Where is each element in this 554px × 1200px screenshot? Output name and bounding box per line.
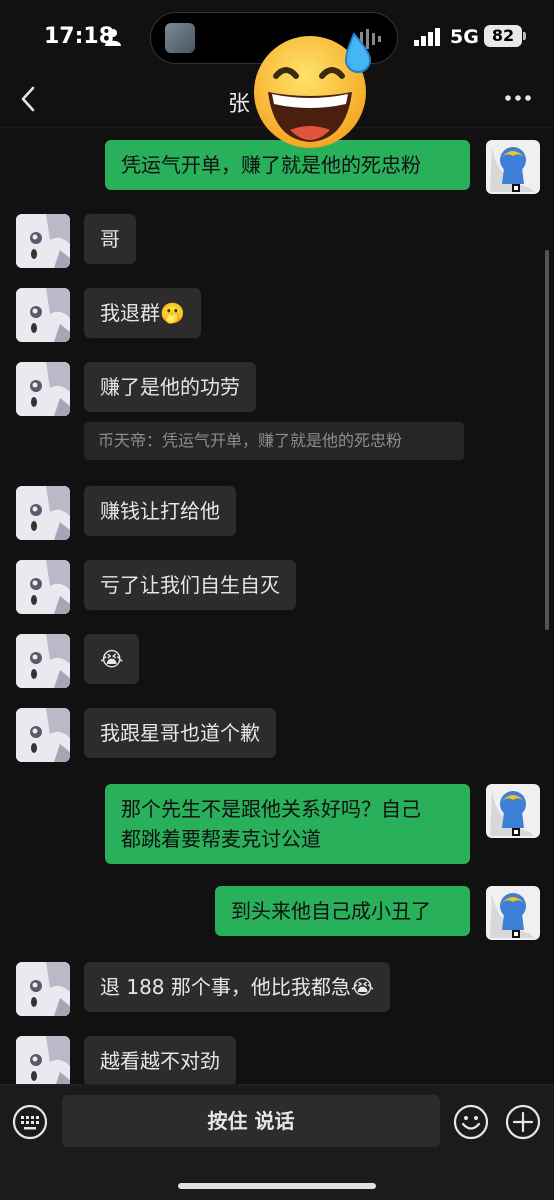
message-bubble[interactable]: 亏了让我们自生自灭	[84, 560, 296, 610]
avatar[interactable]	[486, 886, 540, 940]
signal-icon	[414, 28, 440, 46]
emoji-icon[interactable]	[453, 1104, 489, 1140]
avatar[interactable]	[16, 1036, 70, 1084]
message-text: 亏了让我们自生自灭	[100, 573, 280, 597]
message-text: 那个先生不是跟他关系好吗？自己	[121, 797, 421, 821]
message-bubble[interactable]: 赚了是他的功劳	[84, 362, 256, 412]
incoming-message: 赚钱让打给他	[16, 486, 236, 540]
incoming-message: 😭	[16, 634, 140, 688]
message-text: 退 188 那个事，他比我都急😭	[100, 975, 375, 999]
message-text: 我退群🫢	[100, 301, 185, 325]
avatar[interactable]	[16, 214, 70, 268]
keyboard-icon[interactable]	[12, 1104, 48, 1140]
incoming-message: 退 188 那个事，他比我都急😭	[16, 962, 391, 1016]
message-text: 赚钱让打给他	[100, 499, 220, 523]
message-text: 都跳着要帮麦克讨公道	[121, 827, 321, 851]
incoming-message: 越看越不对劲	[16, 1036, 236, 1084]
outgoing-message: 到头来他自己成小丑了	[215, 886, 540, 940]
avatar[interactable]	[16, 288, 70, 342]
message-bubble[interactable]: 越看越不对劲	[84, 1036, 236, 1084]
message-text: 哥	[100, 227, 120, 251]
battery-tip	[523, 32, 526, 40]
message-bubble[interactable]: 那个先生不是跟他关系好吗？自己 都跳着要帮麦克讨公道	[105, 784, 470, 864]
avatar[interactable]	[16, 634, 70, 688]
scrollbar[interactable]	[545, 250, 549, 630]
incoming-message: 赚了是他的功劳	[16, 362, 256, 416]
avatar[interactable]	[16, 962, 70, 1016]
message-text: 😭	[100, 647, 124, 671]
avatar[interactable]	[16, 362, 70, 416]
more-icon[interactable]	[504, 90, 532, 106]
incoming-message: 亏了让我们自生自灭	[16, 560, 296, 614]
network-type: 5G	[450, 26, 479, 48]
message-bubble[interactable]: 我退群🫢	[84, 288, 201, 338]
message-bubble[interactable]: 赚钱让打给他	[84, 486, 236, 536]
message-bubble[interactable]: 到头来他自己成小丑了	[215, 886, 470, 936]
hold-to-talk-button[interactable]: 按住 说话	[62, 1095, 440, 1147]
avatar[interactable]	[486, 784, 540, 838]
quoted-reply[interactable]: 币天帝：凭运气开单，赚了就是他的死忠粉	[84, 422, 464, 460]
outgoing-message: 那个先生不是跟他关系好吗？自己 都跳着要帮麦克讨公道	[105, 784, 540, 864]
message-text: 赚了是他的功劳	[100, 375, 240, 399]
message-bubble[interactable]: 我跟星哥也道个歉	[84, 708, 276, 758]
home-indicator	[178, 1183, 376, 1189]
message-text: 到头来他自己成小丑了	[231, 899, 431, 923]
avatar[interactable]	[486, 140, 540, 194]
message-text: 我跟星哥也道个歉	[100, 721, 260, 745]
battery-level: 82	[484, 25, 522, 47]
message-bubble[interactable]: 哥	[84, 214, 136, 264]
incoming-message: 我跟星哥也道个歉	[16, 708, 276, 762]
person-icon	[105, 29, 121, 46]
plus-icon[interactable]	[505, 1104, 541, 1140]
message-text: 越看越不对劲	[100, 1049, 220, 1073]
back-icon[interactable]	[16, 84, 40, 114]
incoming-message: 哥	[16, 214, 136, 268]
grinning-sweat-emoji	[254, 32, 372, 148]
message-text: 凭运气开单，赚了就是他的死忠粉	[121, 153, 421, 177]
incoming-message: 我退群🫢	[16, 288, 201, 342]
message-bubble[interactable]: 退 188 那个事，他比我都急😭	[84, 962, 391, 1012]
now-playing-thumbnail	[165, 23, 195, 53]
avatar[interactable]	[16, 560, 70, 614]
message-list[interactable]: 凭运气开单，赚了就是他的死忠粉哥我退群🫢 赚了是他的功劳币天帝：凭运气开单，赚了就…	[0, 128, 554, 1084]
avatar[interactable]	[16, 486, 70, 540]
avatar[interactable]	[16, 708, 70, 762]
message-bubble[interactable]: 😭	[84, 634, 140, 684]
chat-title: 张	[228, 92, 251, 117]
